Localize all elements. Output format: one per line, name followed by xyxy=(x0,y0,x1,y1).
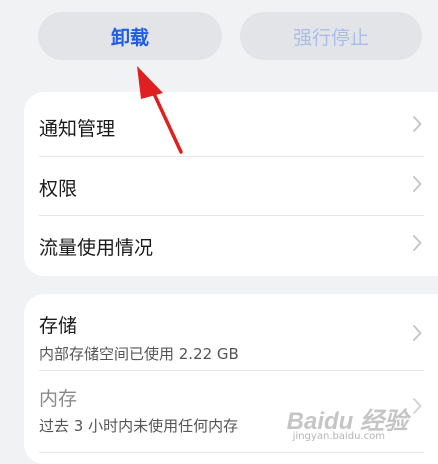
annotation-arrow-icon xyxy=(137,66,183,154)
app-info-screen: { "actions": { "uninstall_label": "卸载", … xyxy=(0,0,438,464)
